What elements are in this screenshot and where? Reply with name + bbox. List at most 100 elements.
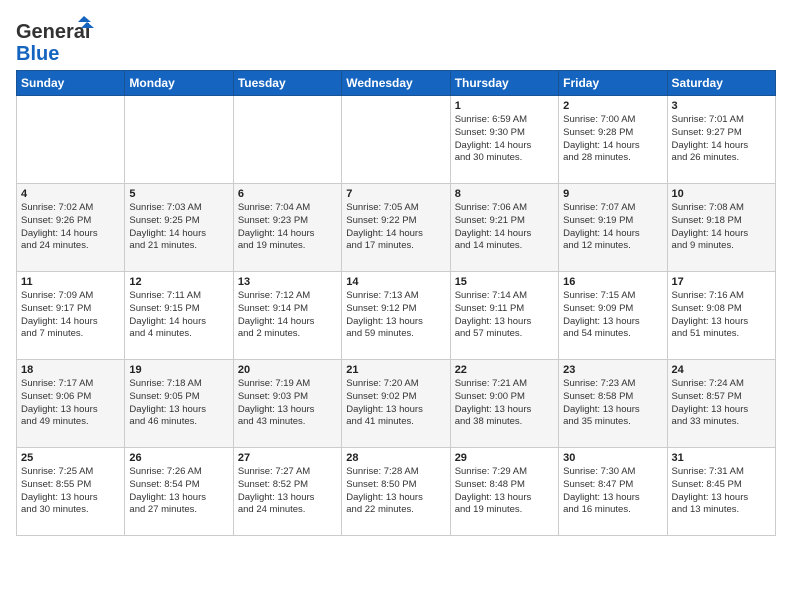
calendar-cell: 21 Sunrise: 7:20 AM Sunset: 9:02 PM Dayli… (342, 360, 450, 448)
calendar-cell: 16 Sunrise: 7:15 AM Sunset: 9:09 PM Dayli… (559, 272, 667, 360)
day-info: Sunrise: 7:02 AM Sunset: 9:26 PM Dayligh… (21, 202, 120, 253)
logo-icon: GeneralBlue (16, 16, 96, 66)
day-number: 26 (129, 452, 228, 464)
calendar-cell: 12 Sunrise: 7:11 AM Sunset: 9:15 PM Dayli… (125, 272, 233, 360)
day-info: Sunrise: 7:24 AM Sunset: 8:57 PM Dayligh… (672, 378, 771, 429)
day-info: Sunrise: 7:01 AM Sunset: 9:27 PM Dayligh… (672, 114, 771, 165)
day-info: Sunrise: 7:13 AM Sunset: 9:12 PM Dayligh… (346, 290, 445, 341)
svg-text:General: General (16, 21, 90, 43)
day-number: 17 (672, 276, 771, 288)
day-number: 16 (563, 276, 662, 288)
weekday-header-sunday: Sunday (17, 71, 125, 96)
day-info: Sunrise: 7:12 AM Sunset: 9:14 PM Dayligh… (238, 290, 337, 341)
weekday-header-tuesday: Tuesday (233, 71, 341, 96)
calendar-week-3: 11 Sunrise: 7:09 AM Sunset: 9:17 PM Dayli… (17, 272, 776, 360)
weekday-header-saturday: Saturday (667, 71, 775, 96)
calendar-cell (233, 96, 341, 184)
calendar-cell: 4 Sunrise: 7:02 AM Sunset: 9:26 PM Daylig… (17, 184, 125, 272)
calendar-cell: 7 Sunrise: 7:05 AM Sunset: 9:22 PM Daylig… (342, 184, 450, 272)
day-info: Sunrise: 7:18 AM Sunset: 9:05 PM Dayligh… (129, 378, 228, 429)
day-number: 14 (346, 276, 445, 288)
day-info: Sunrise: 7:07 AM Sunset: 9:19 PM Dayligh… (563, 202, 662, 253)
day-number: 21 (346, 364, 445, 376)
day-number: 27 (238, 452, 337, 464)
calendar-cell: 31 Sunrise: 7:31 AM Sunset: 8:45 PM Dayli… (667, 448, 775, 536)
day-info: Sunrise: 7:21 AM Sunset: 9:00 PM Dayligh… (455, 378, 554, 429)
calendar-week-4: 18 Sunrise: 7:17 AM Sunset: 9:06 PM Dayli… (17, 360, 776, 448)
day-info: Sunrise: 7:28 AM Sunset: 8:50 PM Dayligh… (346, 466, 445, 517)
day-number: 28 (346, 452, 445, 464)
calendar-cell: 6 Sunrise: 7:04 AM Sunset: 9:23 PM Daylig… (233, 184, 341, 272)
calendar-cell: 29Sunrise: 7:29 AM Sunset: 8:48 PM Dayli… (450, 448, 558, 536)
calendar-cell: 17Sunrise: 7:16 AM Sunset: 9:08 PM Dayli… (667, 272, 775, 360)
calendar-table: SundayMondayTuesdayWednesdayThursdayFrid… (16, 70, 776, 536)
day-number: 13 (238, 276, 337, 288)
day-number: 6 (238, 188, 337, 200)
day-info: Sunrise: 7:04 AM Sunset: 9:23 PM Dayligh… (238, 202, 337, 253)
day-number: 4 (21, 188, 120, 200)
day-info: Sunrise: 7:09 AM Sunset: 9:17 PM Dayligh… (21, 290, 120, 341)
calendar-cell (125, 96, 233, 184)
weekday-header-thursday: Thursday (450, 71, 558, 96)
calendar-cell: 14 Sunrise: 7:13 AM Sunset: 9:12 PM Dayli… (342, 272, 450, 360)
day-number: 30 (563, 452, 662, 464)
day-number: 11 (21, 276, 120, 288)
day-info: Sunrise: 7:30 AM Sunset: 8:47 PM Dayligh… (563, 466, 662, 517)
calendar-cell: 19 Sunrise: 7:18 AM Sunset: 9:05 PM Dayli… (125, 360, 233, 448)
day-info: Sunrise: 7:11 AM Sunset: 9:15 PM Dayligh… (129, 290, 228, 341)
calendar-cell: 8 Sunrise: 7:06 AM Sunset: 9:21 PM Daylig… (450, 184, 558, 272)
calendar-cell: 5 Sunrise: 7:03 AM Sunset: 9:25 PM Daylig… (125, 184, 233, 272)
calendar-cell: 3 Sunrise: 7:01 AM Sunset: 9:27 PM Daylig… (667, 96, 775, 184)
day-info: Sunrise: 7:08 AM Sunset: 9:18 PM Dayligh… (672, 202, 771, 253)
calendar-cell: 25Sunrise: 7:25 AM Sunset: 8:55 PM Dayli… (17, 448, 125, 536)
logo: GeneralBlue (16, 16, 96, 66)
weekday-header-friday: Friday (559, 71, 667, 96)
day-info: Sunrise: 7:00 AM Sunset: 9:28 PM Dayligh… (563, 114, 662, 165)
day-info: Sunrise: 7:27 AM Sunset: 8:52 PM Dayligh… (238, 466, 337, 517)
day-info: Sunrise: 7:17 AM Sunset: 9:06 PM Dayligh… (21, 378, 120, 429)
day-info: Sunrise: 7:05 AM Sunset: 9:22 PM Dayligh… (346, 202, 445, 253)
day-number: 7 (346, 188, 445, 200)
calendar-cell (342, 96, 450, 184)
day-info: Sunrise: 7:15 AM Sunset: 9:09 PM Dayligh… (563, 290, 662, 341)
page-header: GeneralBlue (16, 16, 776, 66)
day-number: 8 (455, 188, 554, 200)
day-number: 24 (672, 364, 771, 376)
calendar-week-1: 1 Sunrise: 6:59 AM Sunset: 9:30 PM Daylig… (17, 96, 776, 184)
day-number: 3 (672, 100, 771, 112)
day-info: Sunrise: 7:20 AM Sunset: 9:02 PM Dayligh… (346, 378, 445, 429)
calendar-cell: 9 Sunrise: 7:07 AM Sunset: 9:19 PM Daylig… (559, 184, 667, 272)
calendar-cell: 23Sunrise: 7:23 AM Sunset: 8:58 PM Dayli… (559, 360, 667, 448)
day-number: 18 (21, 364, 120, 376)
day-number: 15 (455, 276, 554, 288)
day-number: 9 (563, 188, 662, 200)
day-number: 23 (563, 364, 662, 376)
day-info: Sunrise: 7:31 AM Sunset: 8:45 PM Dayligh… (672, 466, 771, 517)
day-number: 22 (455, 364, 554, 376)
svg-text:Blue: Blue (16, 43, 59, 65)
day-number: 25 (21, 452, 120, 464)
day-info: Sunrise: 7:14 AM Sunset: 9:11 PM Dayligh… (455, 290, 554, 341)
day-info: Sunrise: 7:06 AM Sunset: 9:21 PM Dayligh… (455, 202, 554, 253)
day-info: Sunrise: 7:03 AM Sunset: 9:25 PM Dayligh… (129, 202, 228, 253)
calendar-cell: 13 Sunrise: 7:12 AM Sunset: 9:14 PM Dayli… (233, 272, 341, 360)
weekday-header-row: SundayMondayTuesdayWednesdayThursdayFrid… (17, 71, 776, 96)
day-number: 1 (455, 100, 554, 112)
day-number: 5 (129, 188, 228, 200)
day-number: 20 (238, 364, 337, 376)
calendar-cell: 20Sunrise: 7:19 AM Sunset: 9:03 PM Dayli… (233, 360, 341, 448)
calendar-cell: 22 Sunrise: 7:21 AM Sunset: 9:00 PM Dayli… (450, 360, 558, 448)
calendar-cell: 28 Sunrise: 7:28 AM Sunset: 8:50 PM Dayli… (342, 448, 450, 536)
weekday-header-monday: Monday (125, 71, 233, 96)
day-number: 29 (455, 452, 554, 464)
day-info: Sunrise: 6:59 AM Sunset: 9:30 PM Dayligh… (455, 114, 554, 165)
day-number: 19 (129, 364, 228, 376)
calendar-cell: 27 Sunrise: 7:27 AM Sunset: 8:52 PM Dayli… (233, 448, 341, 536)
calendar-cell: 1 Sunrise: 6:59 AM Sunset: 9:30 PM Daylig… (450, 96, 558, 184)
calendar-cell: 24 Sunrise: 7:24 AM Sunset: 8:57 PM Dayli… (667, 360, 775, 448)
day-number: 10 (672, 188, 771, 200)
calendar-cell: 26Sunrise: 7:26 AM Sunset: 8:54 PM Dayli… (125, 448, 233, 536)
day-number: 31 (672, 452, 771, 464)
weekday-header-wednesday: Wednesday (342, 71, 450, 96)
day-number: 12 (129, 276, 228, 288)
